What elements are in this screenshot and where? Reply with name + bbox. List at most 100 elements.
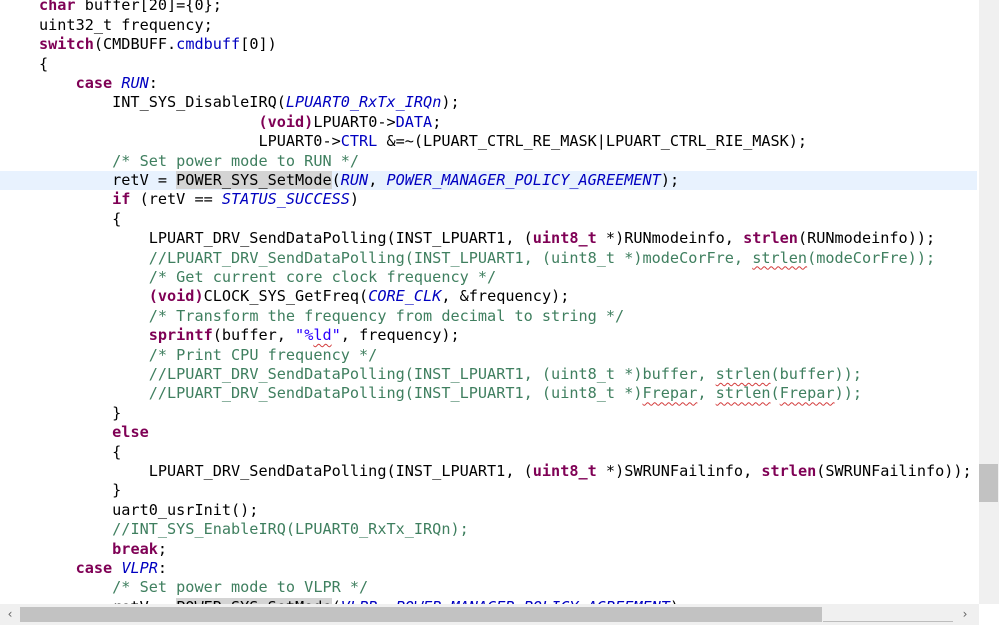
horizontal-scrollbar-thumb[interactable] (20, 607, 822, 622)
code-token: { (39, 442, 122, 461)
code-token: (void) (258, 112, 314, 131)
code-text: (void)CLOCK_SYS_GetFreq(CORE_CLK, &frequ… (39, 287, 570, 306)
code-token: sprintf (148, 326, 213, 345)
code-text: } (39, 404, 121, 423)
code-text: /* Set power mode to VLPR */ (39, 578, 368, 597)
code-token: strlen (715, 365, 771, 383)
code-token: /* Get current core clock frequency */ (148, 268, 497, 286)
code-token: ( (331, 171, 341, 189)
code-token: else (112, 423, 149, 442)
code-text: { (39, 55, 48, 74)
code-token: , frequency); (340, 326, 460, 345)
code-token: strlen (752, 248, 808, 267)
current-code-line[interactable]: retV = POWER_SYS_SetMode(RUN, POWER_MANA… (0, 171, 977, 191)
code-token: (CMDBUFF. (93, 35, 177, 54)
code-token: (retV == (130, 190, 222, 209)
code-editor[interactable]: char buffer[20]={0}; uint32_t frequency; s… (0, 0, 979, 604)
code-token: case (75, 74, 113, 92)
code-token: : (157, 559, 168, 577)
code-token: //LPUART_DRV_SendDataPolling(INST_LPUART… (148, 384, 643, 403)
code-token: LPUART0-> (39, 132, 341, 151)
code-token: LPUART_DRV_SendDataPolling(INST_LPUART1,… (39, 229, 533, 248)
code-token: )); (834, 384, 863, 403)
vertical-scrollbar-thumb[interactable] (979, 464, 998, 502)
code-token: " (331, 326, 341, 345)
code-text: else (39, 423, 149, 442)
code-text: INT_SYS_DisableIRQ(LPUART0_RxTx_IRQn); (39, 93, 460, 112)
code-token: /* Set power mode to VLPR */ (112, 578, 369, 597)
code-token: , &frequency); (441, 287, 570, 306)
code-token: ; (157, 539, 168, 558)
code-token: (RUNmodeinfo)); (797, 229, 936, 248)
vertical-scrollbar[interactable] (979, 0, 999, 604)
code-token: , (697, 384, 716, 403)
code-token: /* Set power mode to RUN */ (112, 151, 360, 170)
code-text: case RUN: (39, 74, 158, 93)
code-token: strlen (743, 229, 798, 248)
code-text: /* Get current core clock frequency */ (39, 268, 496, 287)
code-text: char buffer[20]={0}; (39, 0, 222, 16)
code-token: break (112, 539, 158, 558)
code-text: /* Print CPU frequency */ (39, 346, 378, 365)
scroll-right-arrow-icon[interactable]: › (955, 604, 975, 625)
scroll-left-arrow-icon[interactable]: ‹ (0, 604, 20, 625)
code-token: ); (660, 171, 680, 189)
code-token: switch (39, 35, 94, 54)
code-token: Mode (295, 171, 332, 189)
code-text: uart0_usrInit(); (39, 501, 258, 520)
code-token: &=~(LPUART_CTRL_RE_MASK|LPUART_CTRL_RIE_… (377, 132, 808, 151)
code-text: //LPUART_DRV_SendDataPolling(INST_LPUART… (39, 384, 862, 403)
code-token: strlen (715, 384, 771, 403)
code-token: CLOCK_SYS_GetFreq( (203, 287, 369, 306)
code-token: RUN (121, 74, 149, 92)
code-token: } (39, 481, 122, 500)
code-text: /* Set power mode to RUN */ (39, 152, 359, 171)
code-token: uart0_usrInit(); (39, 500, 259, 519)
code-token: retV = (39, 171, 177, 189)
code-token: cmdbuff (176, 35, 241, 54)
code-token: } (39, 403, 122, 422)
code-token: , (368, 171, 387, 189)
code-token: if (112, 190, 131, 209)
code-text: sprintf(buffer, "%ld", frequency); (39, 326, 460, 345)
code-text: { (39, 210, 121, 229)
code-token: /* Transform the frequency from decimal … (148, 306, 625, 325)
code-text: retV = POWER_SYS_SetMode(RUN, POWER_MANA… (39, 171, 679, 190)
code-token: POWER_SYS_Set (176, 171, 296, 189)
code-token: { (39, 209, 122, 228)
code-token: ); (441, 93, 460, 112)
code-text: //LPUART_DRV_SendDataPolling(INST_LPUART… (39, 365, 862, 384)
code-token: *)SWRUNFailinfo, (596, 462, 762, 480)
code-token: LPUART0_RxTx_IRQn (285, 93, 442, 112)
code-token: LPUART_DRV_SendDataPolling(INST_LPUART1,… (39, 462, 533, 480)
code-token: uint8_t (532, 462, 597, 480)
horizontal-scrollbar[interactable]: ‹ › (0, 604, 979, 625)
code-text: (void)LPUART0->DATA; (39, 113, 441, 132)
code-token: LPUART0-> (313, 112, 396, 131)
code-token: uint8_t (532, 229, 597, 248)
code-token: (buffer, (212, 326, 296, 345)
code-token: char (39, 0, 76, 15)
code-token: //INT_SYS_EnableIRQ(LPUART0_RxTx_IRQn); (112, 520, 469, 539)
code-text: uint32_t frequency; (39, 16, 213, 35)
code-text: } (39, 481, 121, 500)
code-token: POWER_MANAGER_POLICY_AGREEMENT (386, 171, 661, 189)
code-text: switch(CMDBUFF.cmdbuff[0]) (39, 35, 277, 54)
code-text: LPUART_DRV_SendDataPolling(INST_LPUART1,… (39, 462, 972, 481)
code-text: LPUART_DRV_SendDataPolling(INST_LPUART1,… (39, 229, 935, 248)
